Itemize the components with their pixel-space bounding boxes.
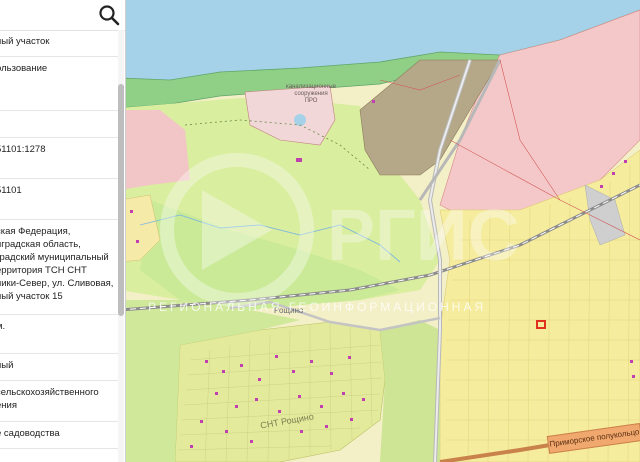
info-row-area: м. [0, 315, 118, 354]
watermark-caption: РЕГИОНАЛЬНАЯ ГЕОИНФОРМАЦИОННАЯ [148, 300, 487, 314]
info-rows: ный участок ользование 51101:1278 51101 … [0, 30, 118, 449]
scrollbar-thumb[interactable] [118, 84, 124, 316]
info-panel: ный участок ользование 51101:1278 51101 … [0, 0, 126, 462]
info-row-type: ный участок [0, 30, 118, 57]
info-row-cadastral-number[interactable]: 51101:1278 [0, 138, 118, 179]
search-icon[interactable] [97, 3, 121, 27]
search-bar[interactable] [0, 0, 125, 31]
info-row-category: сельскохозяйственного ения [0, 381, 118, 422]
info-row-status: ный [0, 354, 118, 381]
sewer-label: канализационные сооружения ПРО [286, 84, 337, 104]
info-row-blank [0, 111, 118, 138]
info-row-permitted-use: е садоводства [0, 422, 118, 449]
info-row-address: ская Федерация, нградская область, градс… [0, 220, 118, 315]
info-row-usage: ользование [0, 57, 118, 111]
info-row-quarter[interactable]: 51101 [0, 179, 118, 220]
